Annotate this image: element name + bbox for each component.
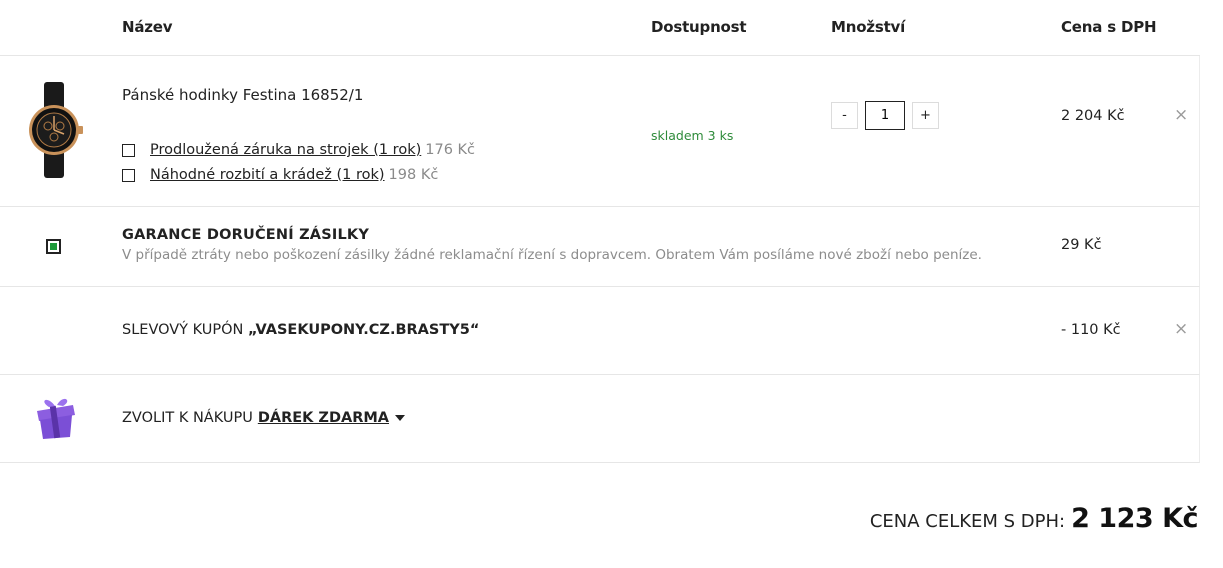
free-gift-link[interactable]: DÁREK ZDARMA xyxy=(258,410,389,426)
cart-item-row: Pánské hodinky Festina 16852/1 Prodlouže… xyxy=(0,56,1200,207)
guarantee-title: GARANCE DORUČENÍ ZÁSILKY xyxy=(122,227,370,243)
addon-extended-warranty: Prodloužená záruka na strojek (1 rok) 17… xyxy=(122,142,475,158)
quantity-increase-button[interactable]: + xyxy=(912,102,939,129)
quantity-stepper: - + xyxy=(831,101,939,130)
column-header-price: Cena s DPH xyxy=(1061,18,1157,36)
item-price: 2 204 Kč xyxy=(1061,108,1125,124)
coupon-row: SLEVOVÝ KUPÓN „VASEKUPONY.CZ.BRASTY5“ - … xyxy=(0,287,1200,375)
coupon-prefix: SLEVOVÝ KUPÓN xyxy=(122,322,244,338)
guarantee-checkbox[interactable] xyxy=(46,239,61,254)
addon-warranty-checkbox[interactable] xyxy=(122,143,135,157)
remove-item-button[interactable]: × xyxy=(1174,107,1188,124)
column-header-quantity: Množství xyxy=(831,18,906,36)
coupon-label: SLEVOVÝ KUPÓN „VASEKUPONY.CZ.BRASTY5“ xyxy=(122,322,479,338)
free-gift-row: ZVOLIT K NÁKUPU DÁREK ZDARMA xyxy=(0,375,1200,463)
addon-damage-checkbox[interactable] xyxy=(122,168,135,182)
remove-coupon-button[interactable]: × xyxy=(1174,321,1188,338)
gift-selector: ZVOLIT K NÁKUPU DÁREK ZDARMA xyxy=(122,410,406,426)
delivery-guarantee-row: GARANCE DORUČENÍ ZÁSILKY V případě ztrát… xyxy=(0,207,1200,287)
coupon-discount: - 110 Kč xyxy=(1061,322,1121,338)
product-name[interactable]: Pánské hodinky Festina 16852/1 xyxy=(122,86,363,104)
guarantee-description: V případě ztráty nebo poškození zásilky … xyxy=(122,247,982,263)
addon-warranty-link[interactable]: Prodloužená záruka na strojek (1 rok) xyxy=(150,142,421,158)
coupon-code: „VASEKUPONY.CZ.BRASTY5“ xyxy=(248,322,480,338)
addon-damage-link[interactable]: Náhodné rozbití a krádež (1 rok) xyxy=(150,167,385,183)
chevron-down-icon[interactable] xyxy=(395,415,406,421)
total-value: 2 123 Kč xyxy=(1071,503,1198,534)
gift-icon[interactable] xyxy=(33,395,79,439)
cart-header: Název Dostupnost Množství Cena s DPH xyxy=(0,0,1200,56)
total-label: CENA CELKEM S DPH: xyxy=(869,511,1066,532)
guarantee-price: 29 Kč xyxy=(1061,237,1102,253)
quantity-decrease-button[interactable]: - xyxy=(831,102,858,129)
quantity-input[interactable] xyxy=(865,101,905,130)
addon-damage-price: 198 Kč xyxy=(388,167,439,183)
checkbox-checked-mark xyxy=(50,243,57,250)
cart-table: Název Dostupnost Množství Cena s DPH Pán… xyxy=(0,0,1200,463)
gift-prefix: ZVOLIT K NÁKUPU xyxy=(122,410,253,426)
cart-total: CENA CELKEM S DPH: 2 123 Kč xyxy=(869,503,1199,534)
wristwatch-icon[interactable] xyxy=(24,80,84,180)
addon-warranty-price: 176 Kč xyxy=(425,142,476,158)
addon-damage-theft: Náhodné rozbití a krádež (1 rok) 198 Kč xyxy=(122,167,438,183)
column-header-availability: Dostupnost xyxy=(651,18,747,36)
stock-status: skladem 3 ks xyxy=(651,128,734,143)
column-header-name: Název xyxy=(122,18,173,36)
